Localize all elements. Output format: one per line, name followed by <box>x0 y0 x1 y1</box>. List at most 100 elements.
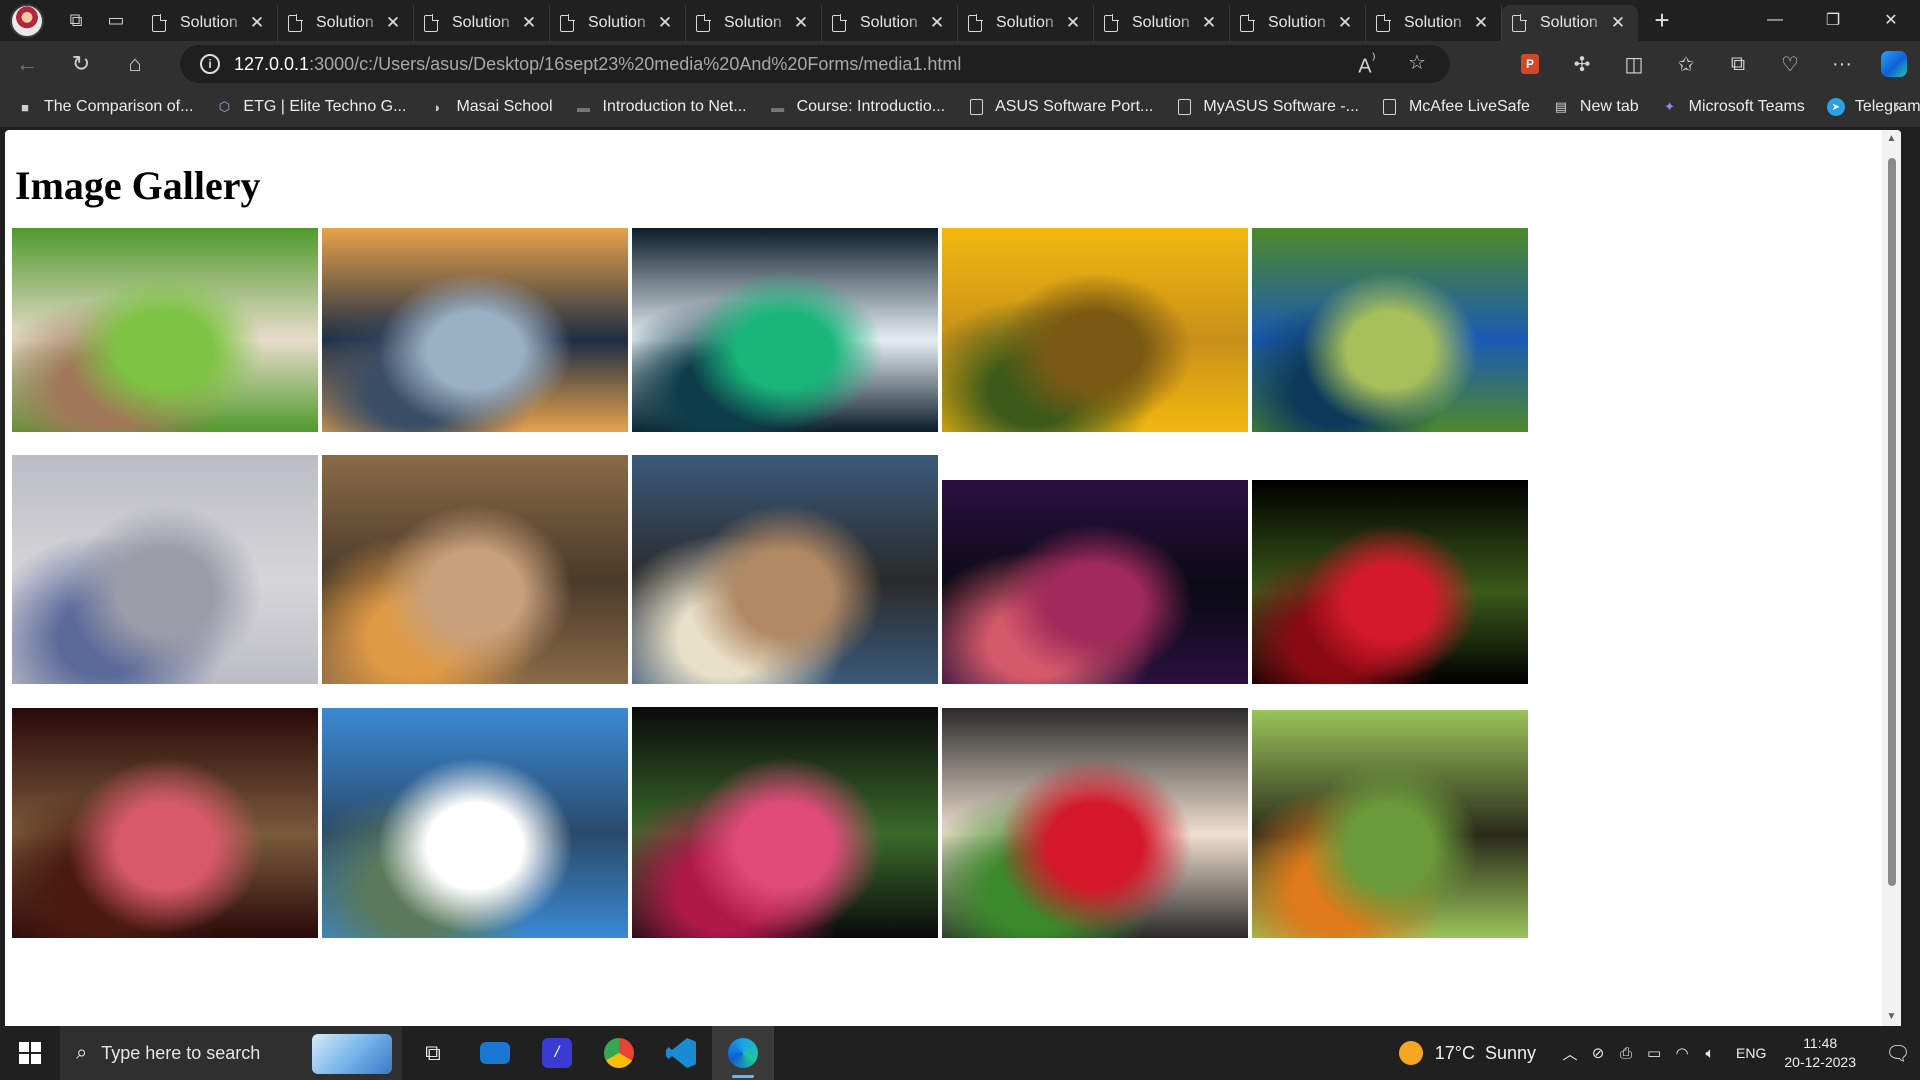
bookmarks-overflow-chevron-icon[interactable]: › <box>1893 96 1900 119</box>
close-tab-icon[interactable]: ✕ <box>1063 13 1083 33</box>
page-icon <box>1376 13 1391 32</box>
window-controls: — ❐ ✕ <box>1746 0 1920 40</box>
collections-icon[interactable]: ⧉ <box>1712 41 1764 87</box>
gallery-image <box>12 228 318 432</box>
language-indicator[interactable]: ENG <box>1736 1045 1766 1061</box>
gallery-image <box>1252 710 1528 938</box>
wifi-icon[interactable]: ◠ <box>1668 1044 1696 1062</box>
browser-tab[interactable]: Solution ✕ <box>1502 5 1638 41</box>
bookmark-item[interactable]: ▬ Introduction to Net... <box>575 98 747 116</box>
taskbar-app-mail[interactable] <box>464 1026 526 1080</box>
start-button[interactable] <box>0 1026 60 1080</box>
chrome-icon <box>604 1038 634 1068</box>
bookmark-label: ASUS Software Port... <box>995 98 1154 115</box>
taskbar-app-vscode[interactable] <box>650 1026 712 1080</box>
page-icon <box>969 99 983 115</box>
close-tab-icon[interactable]: ✕ <box>1335 13 1355 33</box>
notes-app-icon: / <box>542 1038 572 1068</box>
close-tab-icon[interactable]: ✕ <box>383 13 403 33</box>
bookmark-item[interactable]: McAfee LiveSafe <box>1381 98 1530 116</box>
tab-title: Solution <box>452 14 510 31</box>
clock[interactable]: 11:48 20-12-2023 <box>1784 1034 1856 1072</box>
clock-time: 11:48 <box>1803 1035 1838 1051</box>
weather-widget[interactable]: 17°C Sunny <box>1398 1041 1536 1065</box>
bookmark-item[interactable]: ▤ New tab <box>1552 98 1639 116</box>
bookmark-item[interactable]: ✦ Microsoft Teams <box>1661 98 1805 116</box>
browser-tab[interactable]: Solution ✕ <box>1366 5 1502 41</box>
taskbar-app-task-view[interactable]: ⧉ <box>402 1026 464 1080</box>
bookmark-item[interactable]: ASUS Software Port... <box>967 98 1153 116</box>
close-tab-icon[interactable]: ✕ <box>247 13 267 33</box>
taskbar-search[interactable]: ⌕ Type here to search <box>60 1026 402 1080</box>
browser-tab[interactable]: Solution ✕ <box>550 5 686 41</box>
gallery-image <box>632 228 938 432</box>
restore-button[interactable]: ❐ <box>1804 0 1862 40</box>
close-tab-icon[interactable]: ✕ <box>519 13 539 33</box>
page-scrollbar[interactable]: ▲ ▼ <box>1882 130 1901 1026</box>
tab-strip: Solution ✕ Solution ✕ Solution ✕ Solution ✕ Solu… <box>142 0 1638 41</box>
bookmark-item[interactable]: ■ The Comparison of... <box>16 98 193 116</box>
browser-tab[interactable]: Solution ✕ <box>686 5 822 41</box>
address-bar[interactable]: i 127.0.0.1:3000/c:/Users/asus/Desktop/1… <box>180 45 1450 83</box>
taskbar-app-edge[interactable] <box>712 1026 774 1080</box>
close-tab-icon[interactable]: ✕ <box>655 13 675 33</box>
gallery-image <box>12 455 318 684</box>
browser-tab[interactable]: Solution ✕ <box>958 5 1094 41</box>
favorite-star-icon[interactable]: ☆ <box>1392 50 1442 79</box>
close-tab-icon[interactable]: ✕ <box>1471 13 1491 33</box>
tab-actions-icon[interactable]: ▭ <box>96 1 136 41</box>
mail-icon <box>480 1042 510 1064</box>
split-screen-icon[interactable]: ◫ <box>1608 41 1660 87</box>
powerpoint-extension-icon[interactable]: P <box>1504 41 1556 87</box>
more-menu-icon[interactable]: ··· <box>1816 41 1868 87</box>
taskbar-app-notes-app[interactable]: / <box>526 1026 588 1080</box>
extensions-icon[interactable]: ✣ <box>1556 41 1608 87</box>
back-button[interactable]: ← <box>0 44 54 84</box>
teams-icon: ✦ <box>1664 99 1676 114</box>
close-tab-icon[interactable]: ✕ <box>1199 13 1219 33</box>
windows-logo-icon <box>19 1042 41 1064</box>
scroll-up-icon[interactable]: ▲ <box>1882 130 1901 148</box>
minimize-button[interactable]: — <box>1746 0 1804 40</box>
volume-icon[interactable]: 🔈︎ <box>1696 1045 1724 1062</box>
browser-tab[interactable]: Solution ✕ <box>142 5 278 41</box>
new-tab-button[interactable]: + <box>1642 1 1682 41</box>
refresh-button[interactable]: ↻ <box>54 44 108 84</box>
favorites-icon[interactable]: ✩ <box>1660 41 1712 87</box>
browser-essentials-icon[interactable]: ♡ <box>1764 41 1816 87</box>
taskbar-app-chrome[interactable] <box>588 1026 650 1080</box>
home-button[interactable]: ⌂ <box>108 44 162 84</box>
scroll-down-icon[interactable]: ▼ <box>1882 1008 1901 1026</box>
vscode-icon <box>666 1038 696 1068</box>
gallery-image <box>942 708 1248 938</box>
gallery-image <box>322 708 628 938</box>
battery-icon[interactable]: ▭ <box>1640 1044 1668 1062</box>
read-aloud-icon[interactable]: A⁾ <box>1342 50 1392 79</box>
close-tab-icon[interactable]: ✕ <box>1608 13 1628 33</box>
browser-tab[interactable]: Solution ✕ <box>414 5 550 41</box>
meet-now-icon[interactable]: ⊘ <box>1584 1044 1612 1062</box>
browser-tab[interactable]: Solution ✕ <box>1094 5 1230 41</box>
bookmark-item[interactable]: ➤ Telegram <box>1826 98 1920 116</box>
bookmark-label: Microsoft Teams <box>1688 98 1805 115</box>
bookmark-item[interactable]: ◗ Masai School <box>428 98 553 116</box>
copilot-icon[interactable] <box>1868 41 1920 87</box>
tab-title: Solution <box>316 14 374 31</box>
close-tab-icon[interactable]: ✕ <box>791 13 811 33</box>
close-window-button[interactable]: ✕ <box>1862 0 1920 40</box>
notifications-icon[interactable]: 🗨︎ <box>1876 1041 1920 1066</box>
chevron-up-icon[interactable]: ︿ <box>1556 1043 1584 1064</box>
site-info-icon[interactable]: i <box>200 54 220 74</box>
bookmark-item[interactable]: MyASUS Software -... <box>1175 98 1359 116</box>
devices-icon[interactable]: ⎙ <box>1612 1045 1640 1062</box>
browser-tab[interactable]: Solution ✕ <box>278 5 414 41</box>
scrollbar-thumb[interactable] <box>1888 158 1896 886</box>
browser-tab[interactable]: Solution ✕ <box>1230 5 1366 41</box>
profile-avatar[interactable] <box>10 3 44 38</box>
browser-tab[interactable]: Solution ✕ <box>822 5 958 41</box>
close-tab-icon[interactable]: ✕ <box>927 13 947 33</box>
workspaces-icon[interactable]: ⧉ <box>56 1 96 41</box>
bookmark-item[interactable]: ⬡ ETG | Elite Techno G... <box>215 98 407 116</box>
bookmark-item[interactable]: ▬ Course: Introductio... <box>769 98 945 116</box>
gallery-image <box>632 707 938 938</box>
